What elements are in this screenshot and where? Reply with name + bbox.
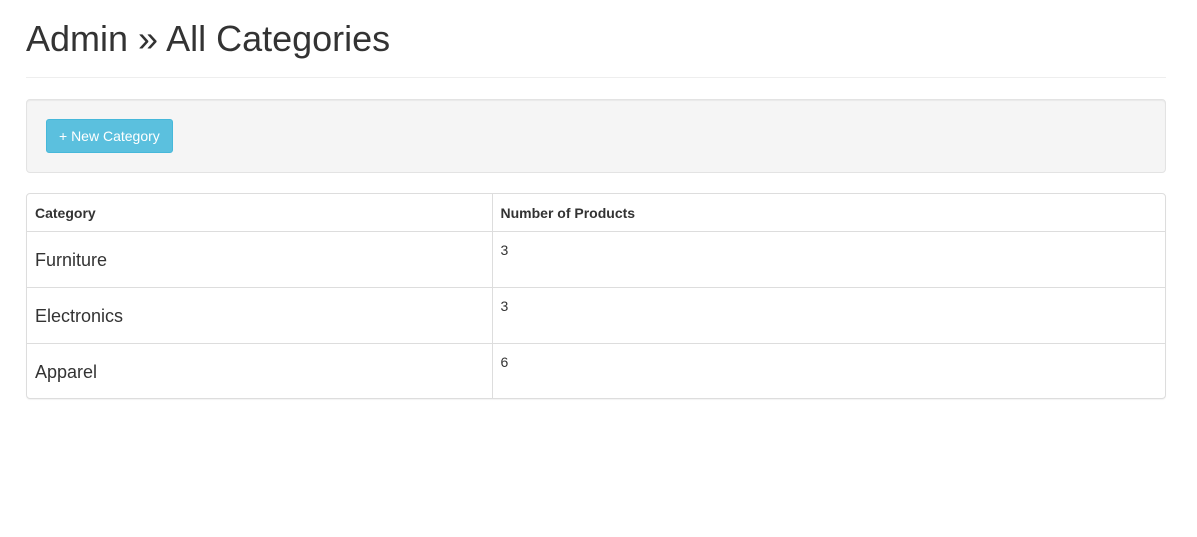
new-category-button[interactable]: + New Category bbox=[46, 119, 173, 153]
category-name-cell: Electronics bbox=[27, 286, 493, 343]
table-row: Furniture 3 bbox=[27, 231, 1165, 287]
product-count-cell: 3 bbox=[492, 286, 1165, 343]
page: Admin » All Categories + New Category Ca… bbox=[0, 0, 1197, 537]
categories-table: Category Number of Products Furniture 3 … bbox=[27, 194, 1165, 398]
product-count-cell: 3 bbox=[500, 241, 509, 258]
column-header-category: Category bbox=[27, 194, 493, 232]
product-count-cell: 6 bbox=[492, 342, 1165, 398]
categories-table-panel: Category Number of Products Furniture 3 … bbox=[26, 193, 1166, 399]
toolbar-well: + New Category bbox=[26, 99, 1166, 173]
category-name-cell: Apparel bbox=[27, 342, 493, 398]
table-row: Electronics 3 bbox=[27, 286, 1165, 343]
table-header-row: Category Number of Products bbox=[27, 194, 1165, 232]
page-header: Admin » All Categories bbox=[26, 0, 1166, 78]
page-title: Admin » All Categories bbox=[26, 18, 391, 59]
table-row: Apparel 6 bbox=[27, 342, 1165, 398]
column-header-number-of-products: Number of Products bbox=[492, 194, 1165, 232]
category-name-cell: Furniture bbox=[27, 231, 493, 287]
